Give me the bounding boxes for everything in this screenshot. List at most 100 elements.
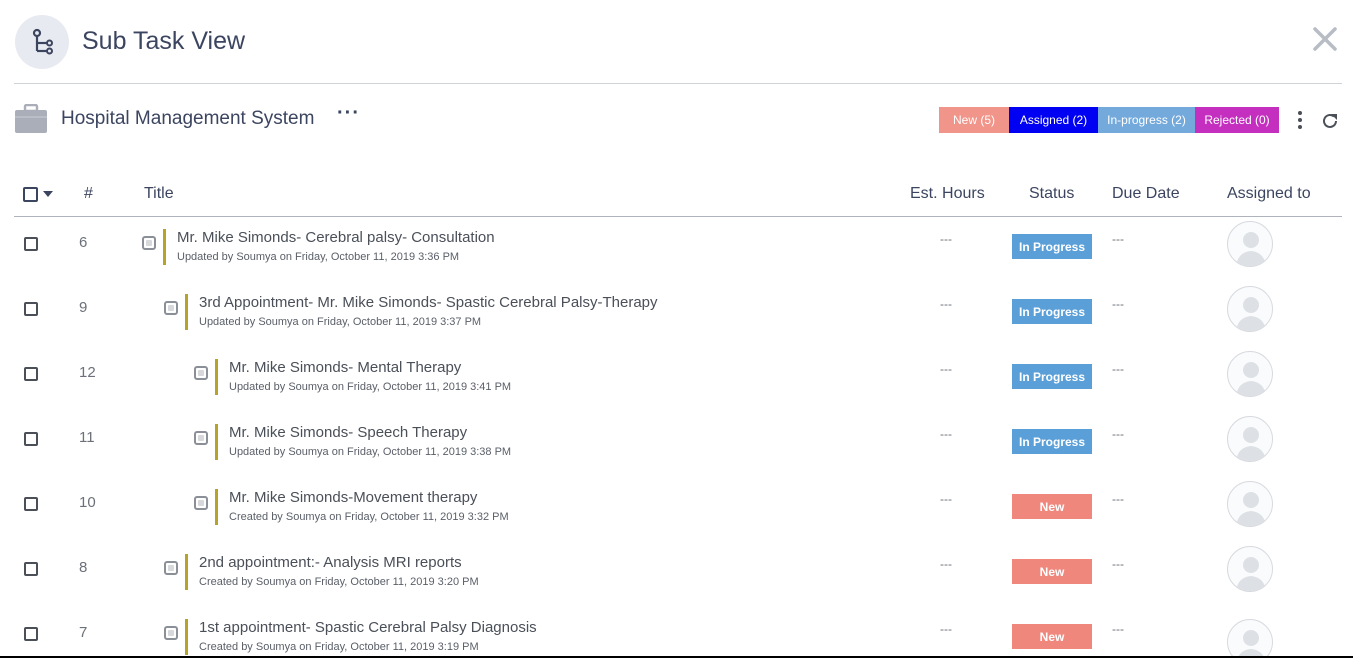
table-header-divider bbox=[14, 216, 1342, 217]
task-color-bar bbox=[163, 229, 166, 265]
est-hours: --- bbox=[940, 622, 952, 636]
status-badge[interactable]: New bbox=[1012, 624, 1092, 649]
status-badge[interactable]: New bbox=[1012, 559, 1092, 584]
task-bullet-icon bbox=[164, 301, 178, 315]
task-meta: Updated by Soumya on Friday, October 11,… bbox=[199, 316, 482, 328]
task-color-bar bbox=[215, 424, 218, 460]
avatar[interactable] bbox=[1227, 351, 1273, 397]
task-meta: Updated by Soumya on Friday, October 11,… bbox=[229, 446, 512, 458]
row-checkbox[interactable] bbox=[24, 432, 38, 446]
table-row[interactable]: 10 Mr. Mike Simonds-Movement therapy Cre… bbox=[0, 481, 1353, 554]
status-badge[interactable]: In Progress bbox=[1012, 364, 1092, 389]
column-due-date[interactable]: Due Date bbox=[1112, 185, 1180, 203]
due-date: --- bbox=[1112, 427, 1124, 441]
column-title[interactable]: Title bbox=[144, 185, 174, 203]
status-badge[interactable]: New bbox=[1012, 494, 1092, 519]
task-number: 7 bbox=[79, 624, 88, 641]
row-checkbox[interactable] bbox=[24, 497, 38, 511]
task-number: 6 bbox=[79, 234, 88, 251]
est-hours: --- bbox=[940, 427, 952, 441]
status-filters: New (5) Assigned (2) In-progress (2) Rej… bbox=[939, 107, 1279, 133]
page-title: Sub Task View bbox=[82, 27, 246, 55]
filter-in-progress[interactable]: In-progress (2) bbox=[1098, 107, 1195, 133]
avatar[interactable] bbox=[1227, 546, 1273, 592]
table-header: # Title Est. Hours Status Due Date Assig… bbox=[0, 178, 1353, 218]
table-row[interactable]: 9 3rd Appointment- Mr. Mike Simonds- Spa… bbox=[0, 286, 1353, 359]
task-title[interactable]: Mr. Mike Simonds-Movement therapy bbox=[229, 489, 477, 506]
avatar[interactable] bbox=[1227, 619, 1273, 656]
status-badge[interactable]: In Progress bbox=[1012, 299, 1092, 324]
row-checkbox[interactable] bbox=[24, 302, 38, 316]
task-meta: Created by Soumya on Friday, October 11,… bbox=[199, 641, 479, 653]
table-row[interactable]: 8 2nd appointment:- Analysis MRI reports… bbox=[0, 546, 1353, 619]
est-hours: --- bbox=[940, 297, 952, 311]
avatar[interactable] bbox=[1227, 286, 1273, 332]
task-number: 10 bbox=[79, 494, 96, 511]
task-color-bar bbox=[215, 489, 218, 525]
task-bullet-icon bbox=[164, 626, 178, 640]
project-more-icon[interactable]: ··· bbox=[337, 102, 360, 125]
row-checkbox[interactable] bbox=[24, 562, 38, 576]
task-color-bar bbox=[185, 619, 188, 655]
due-date: --- bbox=[1112, 232, 1124, 246]
due-date: --- bbox=[1112, 297, 1124, 311]
refresh-icon[interactable] bbox=[1320, 111, 1340, 131]
row-checkbox[interactable] bbox=[24, 367, 38, 381]
est-hours: --- bbox=[940, 362, 952, 376]
task-bullet-icon bbox=[142, 236, 156, 250]
task-color-bar bbox=[215, 359, 218, 395]
task-number: 9 bbox=[79, 299, 88, 316]
table-row[interactable]: 6 Mr. Mike Simonds- Cerebral palsy- Cons… bbox=[0, 221, 1353, 294]
close-icon[interactable] bbox=[1311, 25, 1339, 53]
project-name[interactable]: Hospital Management System bbox=[61, 108, 314, 130]
subtask-tree-icon bbox=[15, 15, 69, 69]
avatar[interactable] bbox=[1227, 481, 1273, 527]
task-number: 11 bbox=[79, 429, 95, 446]
task-meta: Updated by Soumya on Friday, October 11,… bbox=[177, 251, 460, 263]
column-assigned-to[interactable]: Assigned to bbox=[1227, 185, 1311, 203]
header: Sub Task View bbox=[0, 0, 1353, 84]
status-badge[interactable]: In Progress bbox=[1012, 234, 1092, 259]
task-bullet-icon bbox=[194, 431, 208, 445]
table-row[interactable]: 7 1st appointment- Spastic Cerebral Pals… bbox=[0, 619, 1353, 656]
header-divider bbox=[14, 83, 1342, 84]
briefcase-icon bbox=[14, 103, 48, 139]
task-title[interactable]: 2nd appointment:- Analysis MRI reports bbox=[199, 554, 462, 571]
est-hours: --- bbox=[940, 492, 952, 506]
task-title[interactable]: 1st appointment- Spastic Cerebral Palsy … bbox=[199, 619, 537, 636]
filter-assigned[interactable]: Assigned (2) bbox=[1009, 107, 1098, 133]
more-vertical-icon[interactable] bbox=[1294, 110, 1306, 130]
est-hours: --- bbox=[940, 557, 952, 571]
column-est-hours[interactable]: Est. Hours bbox=[910, 185, 985, 203]
select-all-checkbox[interactable] bbox=[23, 187, 38, 202]
est-hours: --- bbox=[940, 232, 952, 246]
row-checkbox[interactable] bbox=[24, 627, 38, 641]
task-number: 12 bbox=[79, 364, 96, 381]
due-date: --- bbox=[1112, 362, 1124, 376]
task-number: 8 bbox=[79, 559, 88, 576]
task-title[interactable]: 3rd Appointment- Mr. Mike Simonds- Spast… bbox=[199, 294, 658, 311]
table-row[interactable]: 12 Mr. Mike Simonds- Mental Therapy Upda… bbox=[0, 351, 1353, 424]
filter-new[interactable]: New (5) bbox=[939, 107, 1009, 133]
column-number: # bbox=[84, 185, 93, 202]
task-title[interactable]: Mr. Mike Simonds- Mental Therapy bbox=[229, 359, 461, 376]
caret-down-icon[interactable] bbox=[43, 191, 53, 197]
task-meta: Updated by Soumya on Friday, October 11,… bbox=[229, 381, 512, 393]
avatar[interactable] bbox=[1227, 221, 1273, 267]
task-bullet-icon bbox=[194, 366, 208, 380]
task-color-bar bbox=[185, 554, 188, 590]
avatar[interactable] bbox=[1227, 416, 1273, 462]
task-bullet-icon bbox=[164, 561, 178, 575]
column-status[interactable]: Status bbox=[1029, 185, 1074, 203]
filter-rejected[interactable]: Rejected (0) bbox=[1195, 107, 1279, 133]
task-meta: Created by Soumya on Friday, October 11,… bbox=[229, 511, 509, 523]
status-badge[interactable]: In Progress bbox=[1012, 429, 1092, 454]
row-checkbox[interactable] bbox=[24, 237, 38, 251]
task-title[interactable]: Mr. Mike Simonds- Cerebral palsy- Consul… bbox=[177, 229, 495, 246]
due-date: --- bbox=[1112, 557, 1124, 571]
table-row[interactable]: 11 Mr. Mike Simonds- Speech Therapy Upda… bbox=[0, 416, 1353, 489]
task-title[interactable]: Mr. Mike Simonds- Speech Therapy bbox=[229, 424, 467, 441]
task-meta: Created by Soumya on Friday, October 11,… bbox=[199, 576, 479, 588]
project-bar: Hospital Management System ··· New (5) A… bbox=[0, 96, 1353, 146]
due-date: --- bbox=[1112, 492, 1124, 506]
